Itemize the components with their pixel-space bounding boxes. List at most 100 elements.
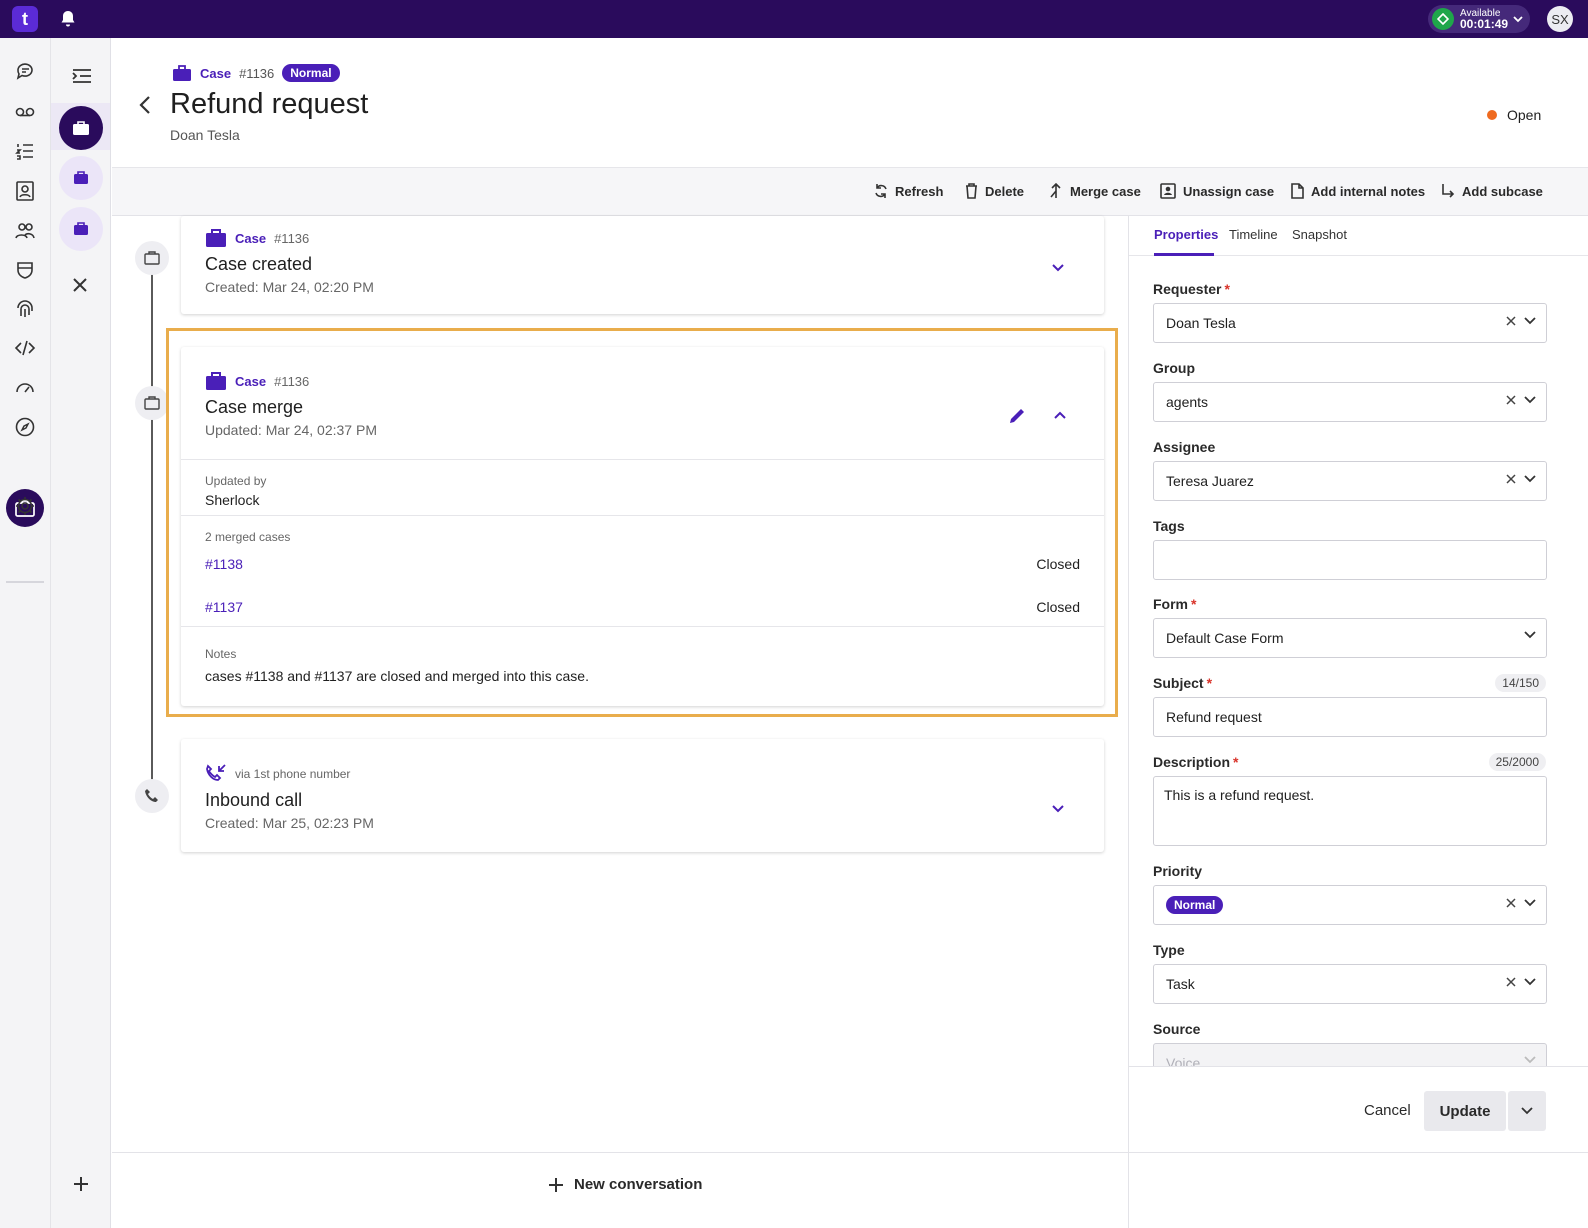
requester-value: Doan Tesla [1166,315,1236,331]
add-internal-notes-button[interactable]: Add internal notes [1291,183,1425,199]
assignee-value: Teresa Juarez [1166,473,1254,489]
unassign-case-button[interactable]: Unassign case [1160,183,1274,199]
timeline-node-created [135,241,169,275]
assignee-select[interactable]: Teresa Juarez [1153,461,1547,501]
unassign-icon [1160,183,1176,199]
voicemail-icon[interactable] [13,100,37,124]
form-select[interactable]: Default Case Form [1153,618,1547,658]
notes-section: Notes cases #1138 and #1137 are closed a… [181,626,1104,706]
panel-footer: Cancel Update [1129,1066,1588,1152]
open-case-tab-3[interactable] [59,207,103,251]
cancel-button[interactable]: Cancel [1364,1102,1411,1119]
card-date: Created: Mar 25, 02:23 PM [205,815,374,831]
update-options-button[interactable] [1508,1091,1546,1131]
subject-char-counter: 14/150 [1495,674,1546,692]
source-value: Voice [1166,1055,1201,1066]
rail-divider [6,581,44,583]
requester-select[interactable]: Doan Tesla [1153,303,1547,343]
assignee-label: Assignee [1153,439,1216,455]
form-label: Form * [1153,596,1197,612]
briefcase-icon [74,222,88,235]
priority-chip: Normal [1166,896,1224,914]
source-label: Source [1153,1021,1201,1037]
close-icon[interactable] [73,278,87,292]
delete-button[interactable]: Delete [965,183,1024,199]
priority-label: Priority [1153,863,1203,879]
source-select[interactable]: Voice [1153,1043,1547,1066]
requester-name: Doan Tesla [170,127,240,143]
case-breadcrumb: Case #1136 Normal [172,64,340,82]
availability-status-button[interactable]: Available 00:01:49 [1428,5,1530,33]
card-case-id: #1136 [274,373,310,389]
timeline-card-case-merge[interactable]: Case #1136 Case merge Updated: Mar 24, 0… [181,347,1104,706]
group-label: Group [1153,360,1195,376]
update-label: Update [1439,1102,1491,1120]
tags-input[interactable] [1153,540,1547,580]
open-case-tab-1136[interactable] [59,106,103,150]
refresh-icon [875,184,887,198]
bell-icon[interactable] [60,10,76,28]
main-nav-rail [0,38,51,1228]
team-icon[interactable] [13,219,37,243]
dashboard-gauge-icon[interactable] [13,375,37,399]
compass-icon[interactable] [13,415,37,439]
conversations-icon[interactable] [13,60,37,84]
page-title: Refund request [170,88,369,120]
update-button[interactable]: Update [1424,1091,1506,1131]
active-tab-underline [1154,253,1214,256]
edit-pencil-icon[interactable] [1008,407,1026,425]
clear-icon [1506,977,1516,987]
briefcase-icon [74,171,88,184]
form-value: Default Case Form [1166,630,1284,646]
add-icon[interactable] [73,1176,89,1192]
shield-icon[interactable] [13,258,37,282]
notes-label: Notes [205,647,237,661]
collapse-menu-icon[interactable] [72,68,92,84]
chevron-down-icon[interactable] [1052,805,1064,813]
briefcase-outline-icon [144,251,160,265]
panel-tabs: Properties Timeline Snapshot [1129,216,1588,256]
refresh-button[interactable]: Refresh [874,183,943,199]
merged-case-link[interactable]: #1137 [205,599,243,615]
notes-text: cases #1138 and #1137 are closed and mer… [205,668,589,684]
timeline-card-case-created[interactable]: Case #1136 Case created Created: Mar 24,… [181,216,1104,314]
avatar[interactable]: SX [1547,6,1573,32]
merged-cases-section: 2 merged cases #1138 Closed #1137 Closed [181,515,1104,626]
open-case-tab-2[interactable] [59,156,103,200]
case-header: Case #1136 Normal Refund request Doan Te… [112,38,1588,168]
tab-snapshot[interactable]: Snapshot [1292,227,1347,242]
top-bar: t Available 00:01:49 SX [0,0,1588,38]
settings-gear-icon[interactable] [13,494,37,518]
app-logo[interactable]: t [12,6,38,32]
priority-select[interactable]: Normal [1153,885,1547,925]
source-select-clip: Voice [1153,1043,1547,1066]
new-conversation-button[interactable]: New conversation [548,1176,702,1193]
merge-icon [1050,183,1061,198]
timeline-node-call [135,779,169,813]
chevron-down-icon [1524,317,1536,325]
subject-input[interactable]: Refund request [1153,697,1547,737]
tab-properties[interactable]: Properties [1154,227,1218,242]
merge-case-button[interactable]: Merge case [1049,183,1141,199]
unassign-case-label: Unassign case [1183,183,1275,199]
group-select[interactable]: agents [1153,382,1547,422]
code-icon[interactable] [13,336,37,360]
briefcase-icon [173,65,191,81]
briefcase-icon [206,372,226,390]
chevron-down-icon[interactable] [1052,264,1064,272]
panel-bottom-spacer [1129,1152,1588,1228]
briefcase-icon [206,229,226,247]
fingerprint-icon[interactable] [13,297,37,321]
chevron-up-icon[interactable] [1054,411,1066,419]
back-arrow-icon[interactable] [138,96,152,114]
type-select[interactable]: Task [1153,964,1547,1004]
delete-label: Delete [985,183,1025,199]
merged-case-link[interactable]: #1138 [205,556,243,572]
add-subcase-button[interactable]: Add subcase [1441,183,1543,199]
contacts-icon[interactable] [13,179,37,203]
list-icon[interactable] [13,139,37,163]
tab-timeline[interactable]: Timeline [1229,227,1278,242]
description-textarea[interactable]: This is a refund request. [1153,776,1547,846]
case-status[interactable]: Open [1487,107,1541,123]
timeline-card-inbound-call[interactable]: via 1st phone number Inbound call Create… [181,739,1104,852]
